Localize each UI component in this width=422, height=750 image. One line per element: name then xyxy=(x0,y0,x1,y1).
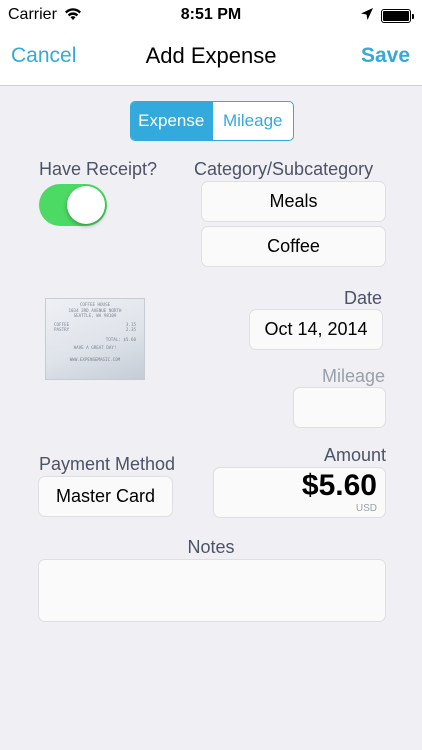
date-label: Date xyxy=(343,288,382,308)
receipt-item-name: PASTRY xyxy=(54,327,70,332)
payment-method-value: Master Card xyxy=(55,486,156,506)
battery-icon xyxy=(381,9,414,23)
navigation-bar: Cancel Add Expense Save xyxy=(0,32,422,86)
save-button[interactable]: Save xyxy=(361,44,410,68)
receipt-items: COFFEE 3.15 PASTRY 2.35 xyxy=(46,322,144,333)
mileage-field[interactable] xyxy=(293,387,386,428)
status-bar: Carrier 8:51 PM xyxy=(0,0,422,32)
subcategory-value: Coffee xyxy=(267,236,320,256)
page-title: Add Expense xyxy=(145,43,277,68)
receipt-total: TOTAL: $5.60 xyxy=(105,336,136,342)
date-field[interactable]: Oct 14, 2014 xyxy=(249,309,383,350)
category-label: Category/Subcategory xyxy=(194,159,374,179)
category-field[interactable]: Meals xyxy=(201,181,386,222)
notes-label: Notes xyxy=(187,537,235,557)
subcategory-field[interactable]: Coffee xyxy=(201,226,386,267)
currency-label: USD xyxy=(355,503,377,514)
expense-type-segmented-control: Expense Mileage xyxy=(130,101,294,141)
status-time: 8:51 PM xyxy=(180,6,242,23)
date-value: Oct 14, 2014 xyxy=(264,319,368,339)
have-receipt-toggle[interactable] xyxy=(39,184,107,226)
notes-field[interactable] xyxy=(38,559,386,622)
receipt-item-price: 2.35 xyxy=(125,327,136,332)
receipt-thanks: HAVE A GREAT DAY! xyxy=(73,345,117,350)
segment-mileage[interactable]: Mileage xyxy=(211,102,294,140)
amount-value: $5.60 xyxy=(301,469,377,502)
mileage-label: Mileage xyxy=(321,366,385,386)
amount-label: Amount xyxy=(323,445,386,465)
receipt-line3: SEATTLE, WA 98109 xyxy=(73,313,117,318)
receipt-footer: WWW.EXPENSEMAGIC.COM xyxy=(69,356,121,362)
amount-field[interactable]: $5.60 USD xyxy=(213,467,386,518)
receipt-header: COFFEE HOUSE 1034 3RD AVENUE NORTH SEATT… xyxy=(46,299,144,319)
receipt-item: PASTRY 2.35 xyxy=(46,327,144,333)
receipt-thumbnail[interactable]: COFFEE HOUSE 1034 3RD AVENUE NORTH SEATT… xyxy=(45,298,145,380)
payment-method-label: Payment Method xyxy=(39,454,176,474)
toggle-knob xyxy=(67,186,105,224)
location-arrow-icon xyxy=(361,8,373,20)
payment-method-field[interactable]: Master Card xyxy=(38,476,173,517)
have-receipt-label: Have Receipt? xyxy=(39,159,158,179)
segment-expense[interactable]: Expense xyxy=(131,102,212,140)
category-value: Meals xyxy=(269,191,318,211)
